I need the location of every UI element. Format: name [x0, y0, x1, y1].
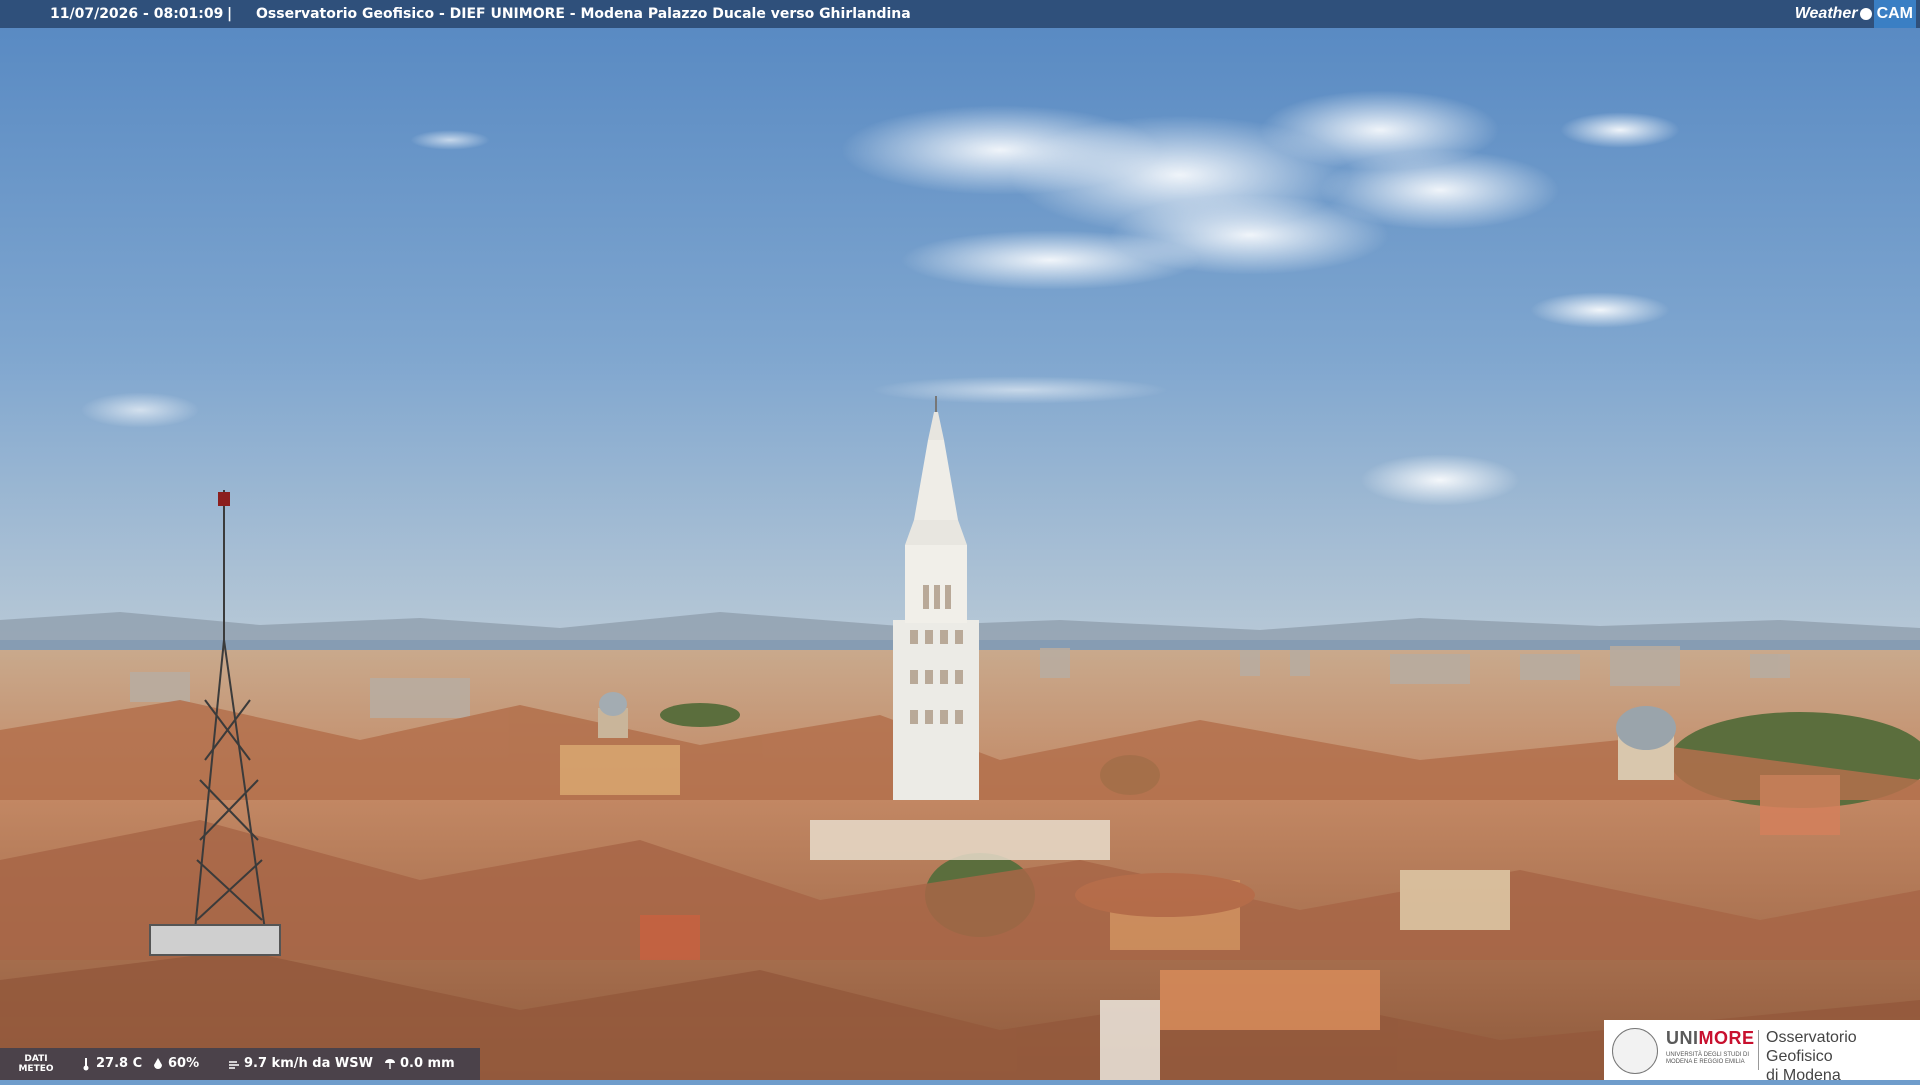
observatory-line1: Osservatorio Geofisico — [1766, 1029, 1857, 1065]
weathercam-logo: Weather CAM — [1794, 0, 1916, 28]
university-seal-icon — [1612, 1028, 1658, 1074]
temperature-value: 27.8 C — [96, 1056, 143, 1071]
meteo-bar: DATI METEO 27.8 C 60% 9.7 km/h da WSW 0.… — [0, 1048, 480, 1080]
wind-value: 9.7 km/h da WSW — [244, 1056, 373, 1071]
title-separator: | — [227, 6, 233, 22]
logo-dot-icon — [1859, 8, 1872, 20]
camera-title: Osservatorio Geofisico - DIEF UNIMORE - … — [256, 6, 911, 22]
humidity-drop-icon — [154, 1057, 162, 1069]
observatory-line2: di Modena — [1766, 1067, 1841, 1084]
unimore-suffix: MORE — [1698, 1028, 1755, 1048]
meteo-label-line1: DATI — [24, 1054, 48, 1064]
wind-icon — [229, 1060, 239, 1069]
unimore-prefix: UNI — [1666, 1028, 1699, 1048]
rain-value: 0.0 mm — [400, 1056, 455, 1071]
university-full-name: UNIVERSITÀ DEGLI STUDI DI MODENA E REGGI… — [1666, 1052, 1750, 1065]
rain-icon — [385, 1058, 395, 1069]
unimore-wordmark: UNIMORE — [1666, 1028, 1755, 1049]
observatory-name: Osservatorio Geofisico di Modena — [1766, 1028, 1920, 1085]
logo-cam-text: CAM — [1873, 0, 1916, 28]
humidity-item: 60% — [152, 1056, 199, 1071]
temperature-item: 27.8 C — [80, 1056, 142, 1071]
webcam-scene — [0, 0, 1920, 1080]
wind-item: 9.7 km/h da WSW — [228, 1056, 373, 1071]
timestamp: 11/07/2026 - 08:01:09 — [50, 6, 224, 22]
humidity-value: 60% — [168, 1056, 200, 1071]
top-info-bar: 11/07/2026 - 08:01:09 | Osservatorio Geo… — [0, 0, 1920, 28]
meteo-label-line2: METEO — [18, 1064, 54, 1074]
unimore-brand-logo: UNIMORE UNIVERSITÀ DEGLI STUDI DI MODENA… — [1604, 1020, 1920, 1084]
brand-divider — [1758, 1030, 1759, 1070]
rain-item: 0.0 mm — [384, 1056, 455, 1071]
thermometer-icon — [83, 1057, 89, 1070]
logo-weather-text: Weather — [1794, 5, 1858, 22]
meteo-label: DATI METEO — [18, 1054, 54, 1074]
